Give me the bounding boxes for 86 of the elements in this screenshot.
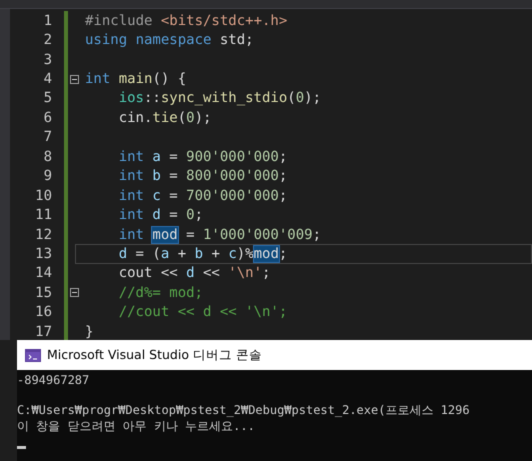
collapse-icon[interactable]	[70, 74, 79, 84]
code-token: int	[118, 188, 144, 204]
code-token: );	[194, 110, 212, 126]
code-token: main	[118, 71, 152, 88]
code-token: int	[118, 148, 144, 165]
code-comment: //cout << d << '\n';	[118, 304, 288, 320]
code-token: tie	[152, 110, 178, 126]
code-token: sync_with_stdio	[160, 90, 288, 106]
code-token: ;	[278, 188, 288, 204]
line-number: 12	[34, 226, 52, 243]
code-token: 0	[186, 207, 195, 224]
highlighted-identifier: mod	[152, 226, 178, 243]
code-token: (	[287, 90, 296, 106]
code-token: int	[85, 71, 110, 88]
code-token: = (	[134, 246, 161, 262]
line-number: 6	[42, 110, 52, 126]
code-token: );	[304, 90, 322, 106]
line-number: 9	[42, 168, 52, 184]
code-token: ;	[194, 207, 204, 224]
console-app-icon	[25, 348, 41, 362]
code-token: b	[194, 246, 204, 262]
code-token: 800'000'000	[186, 168, 279, 184]
code-token: int	[118, 168, 144, 184]
code-token: ::	[144, 90, 161, 106]
code-token: ;	[278, 246, 288, 262]
code-token: ;	[278, 148, 288, 165]
code-token: 900'000'000	[186, 148, 279, 165]
line-number: 4	[42, 71, 52, 88]
code-token: 1'000'000'009	[203, 226, 313, 243]
code-token: 700'000'000	[186, 188, 279, 204]
code-token: b	[151, 168, 161, 184]
line-number: 8	[42, 148, 52, 165]
collapse-icon[interactable]	[70, 288, 79, 298]
line-number: 11	[34, 207, 52, 224]
line-number: 1	[42, 12, 52, 29]
line-number: 2	[42, 32, 52, 48]
code-token: '\n'	[228, 265, 262, 282]
text-cursor	[17, 446, 26, 449]
code-token: =	[168, 148, 179, 165]
line-number: 14	[34, 265, 52, 282]
console-title: Microsoft Visual Studio 디버그 콘솔	[47, 346, 262, 364]
code-token: <<	[202, 265, 221, 282]
code-token: int	[118, 226, 145, 243]
line-number: 7	[42, 129, 52, 146]
code-token: 0	[186, 110, 195, 126]
console-message: C:₩Users₩progr₩Desktop₩pstest_2₩Debug₩pstest_2.exe(프로세스 1296	[17, 402, 471, 418]
code-token: d	[186, 265, 195, 282]
code-token: d	[118, 246, 128, 262]
code-token: =	[168, 207, 179, 224]
line-number: 10	[34, 188, 52, 204]
code-token: a	[160, 246, 170, 262]
line-number: 5	[42, 90, 52, 106]
code-token: ;	[278, 168, 288, 184]
code-token: (	[178, 110, 186, 126]
code-token: () {	[152, 71, 186, 88]
line-number: 15	[34, 284, 52, 301]
line-number: 13	[34, 246, 52, 262]
console-message: 이 창을 닫으려면 아무 키나 누르세요...	[17, 418, 256, 434]
code-token: c	[228, 246, 237, 262]
code-token: =	[168, 188, 179, 204]
code-token: int	[118, 207, 144, 224]
code-token: c	[151, 188, 161, 204]
code-token: a	[151, 148, 161, 165]
code-token: +	[176, 246, 188, 262]
code-token: 0	[296, 90, 304, 106]
code-token: =	[168, 168, 179, 184]
code-token: d	[151, 207, 161, 224]
code-comment: //d%= mod;	[118, 284, 203, 301]
code-token: ios	[118, 90, 144, 106]
code-token: =	[185, 226, 196, 243]
code-token: +	[210, 246, 221, 262]
code-token: )%	[236, 246, 254, 262]
line-number: 3	[42, 52, 52, 68]
code-token: cout <<	[118, 265, 179, 282]
code-token: }	[85, 324, 94, 340]
code-token: <bits/stdc++.h>	[160, 12, 288, 29]
code-token: std;	[218, 32, 254, 48]
code-token: cin.	[118, 110, 152, 126]
highlighted-identifier: mod	[254, 246, 279, 262]
code-token: ;	[262, 265, 270, 282]
code-token: #include	[85, 12, 154, 29]
line-number: 16	[34, 304, 52, 320]
code-token: using namespace	[85, 32, 212, 48]
console-output: -894967287	[17, 372, 90, 388]
code-token: ;	[312, 226, 322, 243]
line-number: 17	[34, 324, 52, 340]
